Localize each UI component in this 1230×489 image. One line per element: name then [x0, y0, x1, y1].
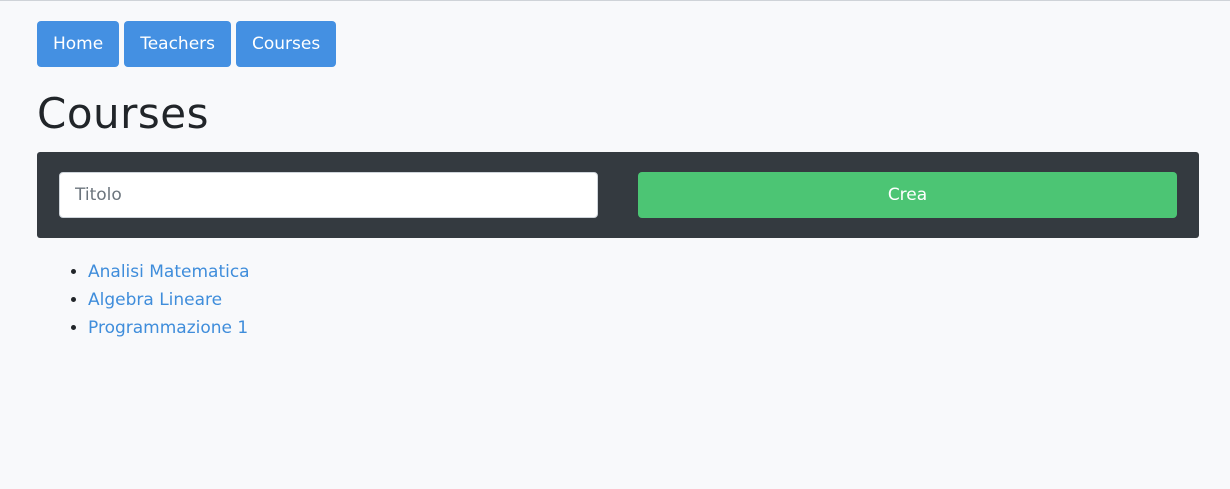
- nav-teachers-button[interactable]: Teachers: [124, 21, 232, 67]
- course-link-algebra-lineare[interactable]: Algebra Lineare: [88, 290, 222, 310]
- create-course-form: Crea: [37, 152, 1199, 238]
- list-item: Algebra Lineare: [88, 286, 1199, 314]
- top-nav: Home Teachers Courses: [37, 1, 1199, 67]
- page-container: Home Teachers Courses Courses Crea Anali…: [37, 1, 1199, 342]
- list-item: Programmazione 1: [88, 314, 1199, 342]
- course-list: Analisi Matematica Algebra Lineare Progr…: [37, 258, 1199, 342]
- list-item: Analisi Matematica: [88, 258, 1199, 286]
- course-link-programmazione-1[interactable]: Programmazione 1: [88, 318, 248, 338]
- nav-home-button[interactable]: Home: [37, 21, 120, 67]
- course-link-analisi-matematica[interactable]: Analisi Matematica: [88, 262, 250, 282]
- nav-courses-button[interactable]: Courses: [236, 21, 337, 67]
- course-title-input[interactable]: [59, 172, 598, 218]
- page-title: Courses: [37, 89, 210, 138]
- create-button[interactable]: Crea: [638, 172, 1177, 218]
